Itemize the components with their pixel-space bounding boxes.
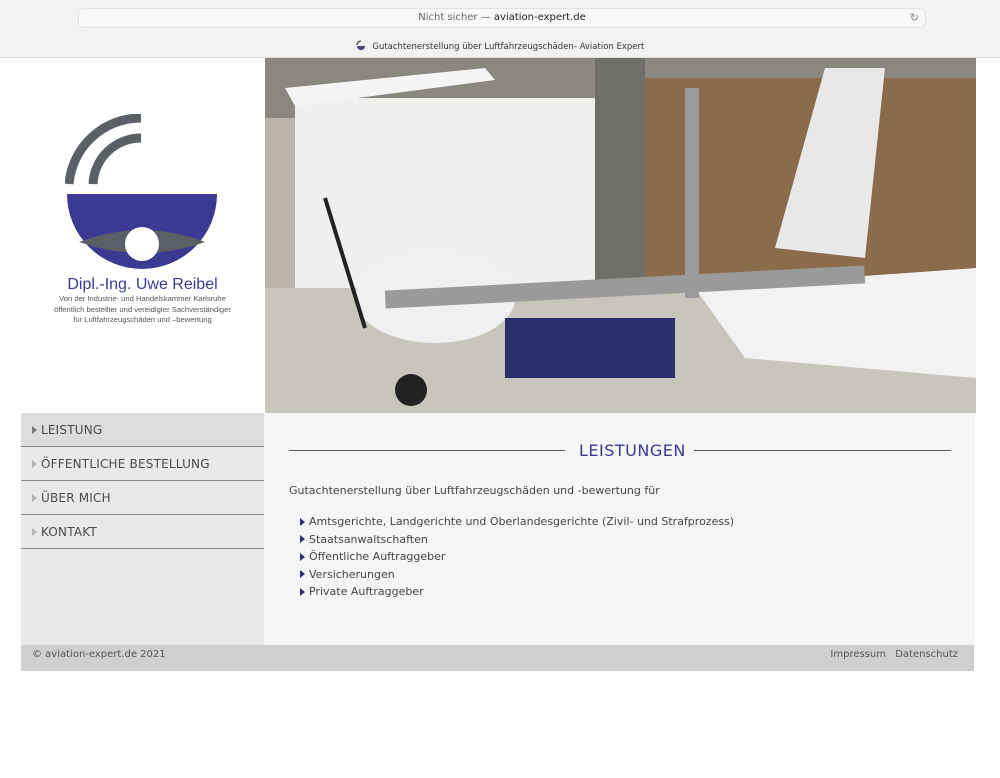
main-content: LEISTUNGEN Gutachtenerstellung über Luft… [264,413,975,645]
nav-item-oeffentliche-bestellung[interactable]: ÖFFENTLICHE BESTELLUNG [21,447,264,481]
list-item: Private Auftraggeber [300,583,734,601]
datenschutz-link[interactable]: Datenschutz [895,649,958,660]
nav-item-label: ÜBER MICH [41,490,111,505]
eye-logo-icon[interactable] [65,114,219,270]
caret-right-icon [32,527,37,536]
bullet-triangle-icon [300,552,305,561]
intro-text: Gutachtenerstellung über Luftfahrzeugsch… [289,484,660,497]
bullet-triangle-icon [300,587,305,596]
sidebar-nav: LEISTUNG ÖFFENTLICHE BESTELLUNG ÜBER MIC… [21,413,264,645]
nav-item-kontakt[interactable]: KONTAKT [21,515,264,549]
domain-text: aviation-expert.de [493,12,586,23]
browser-tab[interactable]: Gutachtenerstellung über Luftfahrzeugsch… [0,40,1000,54]
reload-icon[interactable]: ↻ [910,11,919,25]
caret-right-icon [32,493,37,502]
nav-item-label: ÖFFENTLICHE BESTELLUNG [41,456,210,471]
logo-subtitle-line: öffentlich bestellter und vereidigter Sa… [54,304,231,314]
nav-item-label: KONTAKT [41,524,97,539]
nav-item-leistung[interactable]: LEISTUNG [21,413,264,447]
hangar-photo-illustration [265,58,976,413]
footer-links: Impressum Datenschutz [824,649,958,660]
caret-right-icon [32,425,37,434]
impressum-link[interactable]: Impressum [830,649,886,660]
logo-subtitle-line: Von der Industrie- und Handelskammer Kar… [59,294,226,303]
list-item-text: Öffentliche Auftraggeber [309,550,446,563]
service-list: Amtsgerichte, Landgerichte und Oberlande… [300,513,734,601]
logo-subtitle: Von der Industrie- und Handelskammer Kar… [21,294,264,326]
hero-image [265,58,976,413]
list-item-text: Versicherungen [309,567,395,581]
list-item-text: Private Auftraggeber [309,585,424,598]
bullet-triangle-icon [300,570,305,579]
caret-right-icon [32,459,37,468]
logo-area: Dipl.-Ing. Uwe Reibel Von der Industrie-… [21,58,264,413]
list-item: Öffentliche Auftraggeber [300,548,734,566]
copyright-text: © aviation-expert.de 2021 [32,649,166,660]
nav-item-label: LEISTUNG [41,422,103,437]
logo-name: Dipl.-Ing. Uwe Reibel [67,276,218,293]
tab-title: Gutachtenerstellung über Luftfahrzeugsch… [372,42,645,52]
list-item-text: Staatsanwaltschaften [309,532,428,546]
favicon-icon [355,40,365,50]
heading-row: LEISTUNGEN [289,441,951,463]
logo-subtitle-line: für Luftfahrzeugschäden und –bewertung [73,315,212,324]
nav-item-ueber-mich[interactable]: ÜBER MICH [21,481,264,515]
footer: © aviation-expert.de 2021 Impressum Date… [21,645,974,671]
heading-divider [694,450,951,451]
browser-chrome: Nicht sicher — aviation-expert.de ↻ Guta… [0,0,1000,58]
security-label: Nicht sicher — [418,12,491,23]
list-item: Versicherungen [300,566,734,584]
address-bar[interactable]: Nicht sicher — aviation-expert.de ↻ [78,8,926,28]
page-title: LEISTUNGEN [573,441,692,460]
bullet-triangle-icon [300,535,305,544]
list-item: Staatsanwaltschaften [300,531,734,549]
list-item-text: Amtsgerichte, Landgerichte und Oberlande… [309,515,735,528]
bullet-triangle-icon [300,517,305,526]
heading-divider [289,450,565,451]
list-item: Amtsgerichte, Landgerichte und Oberlande… [300,513,734,531]
